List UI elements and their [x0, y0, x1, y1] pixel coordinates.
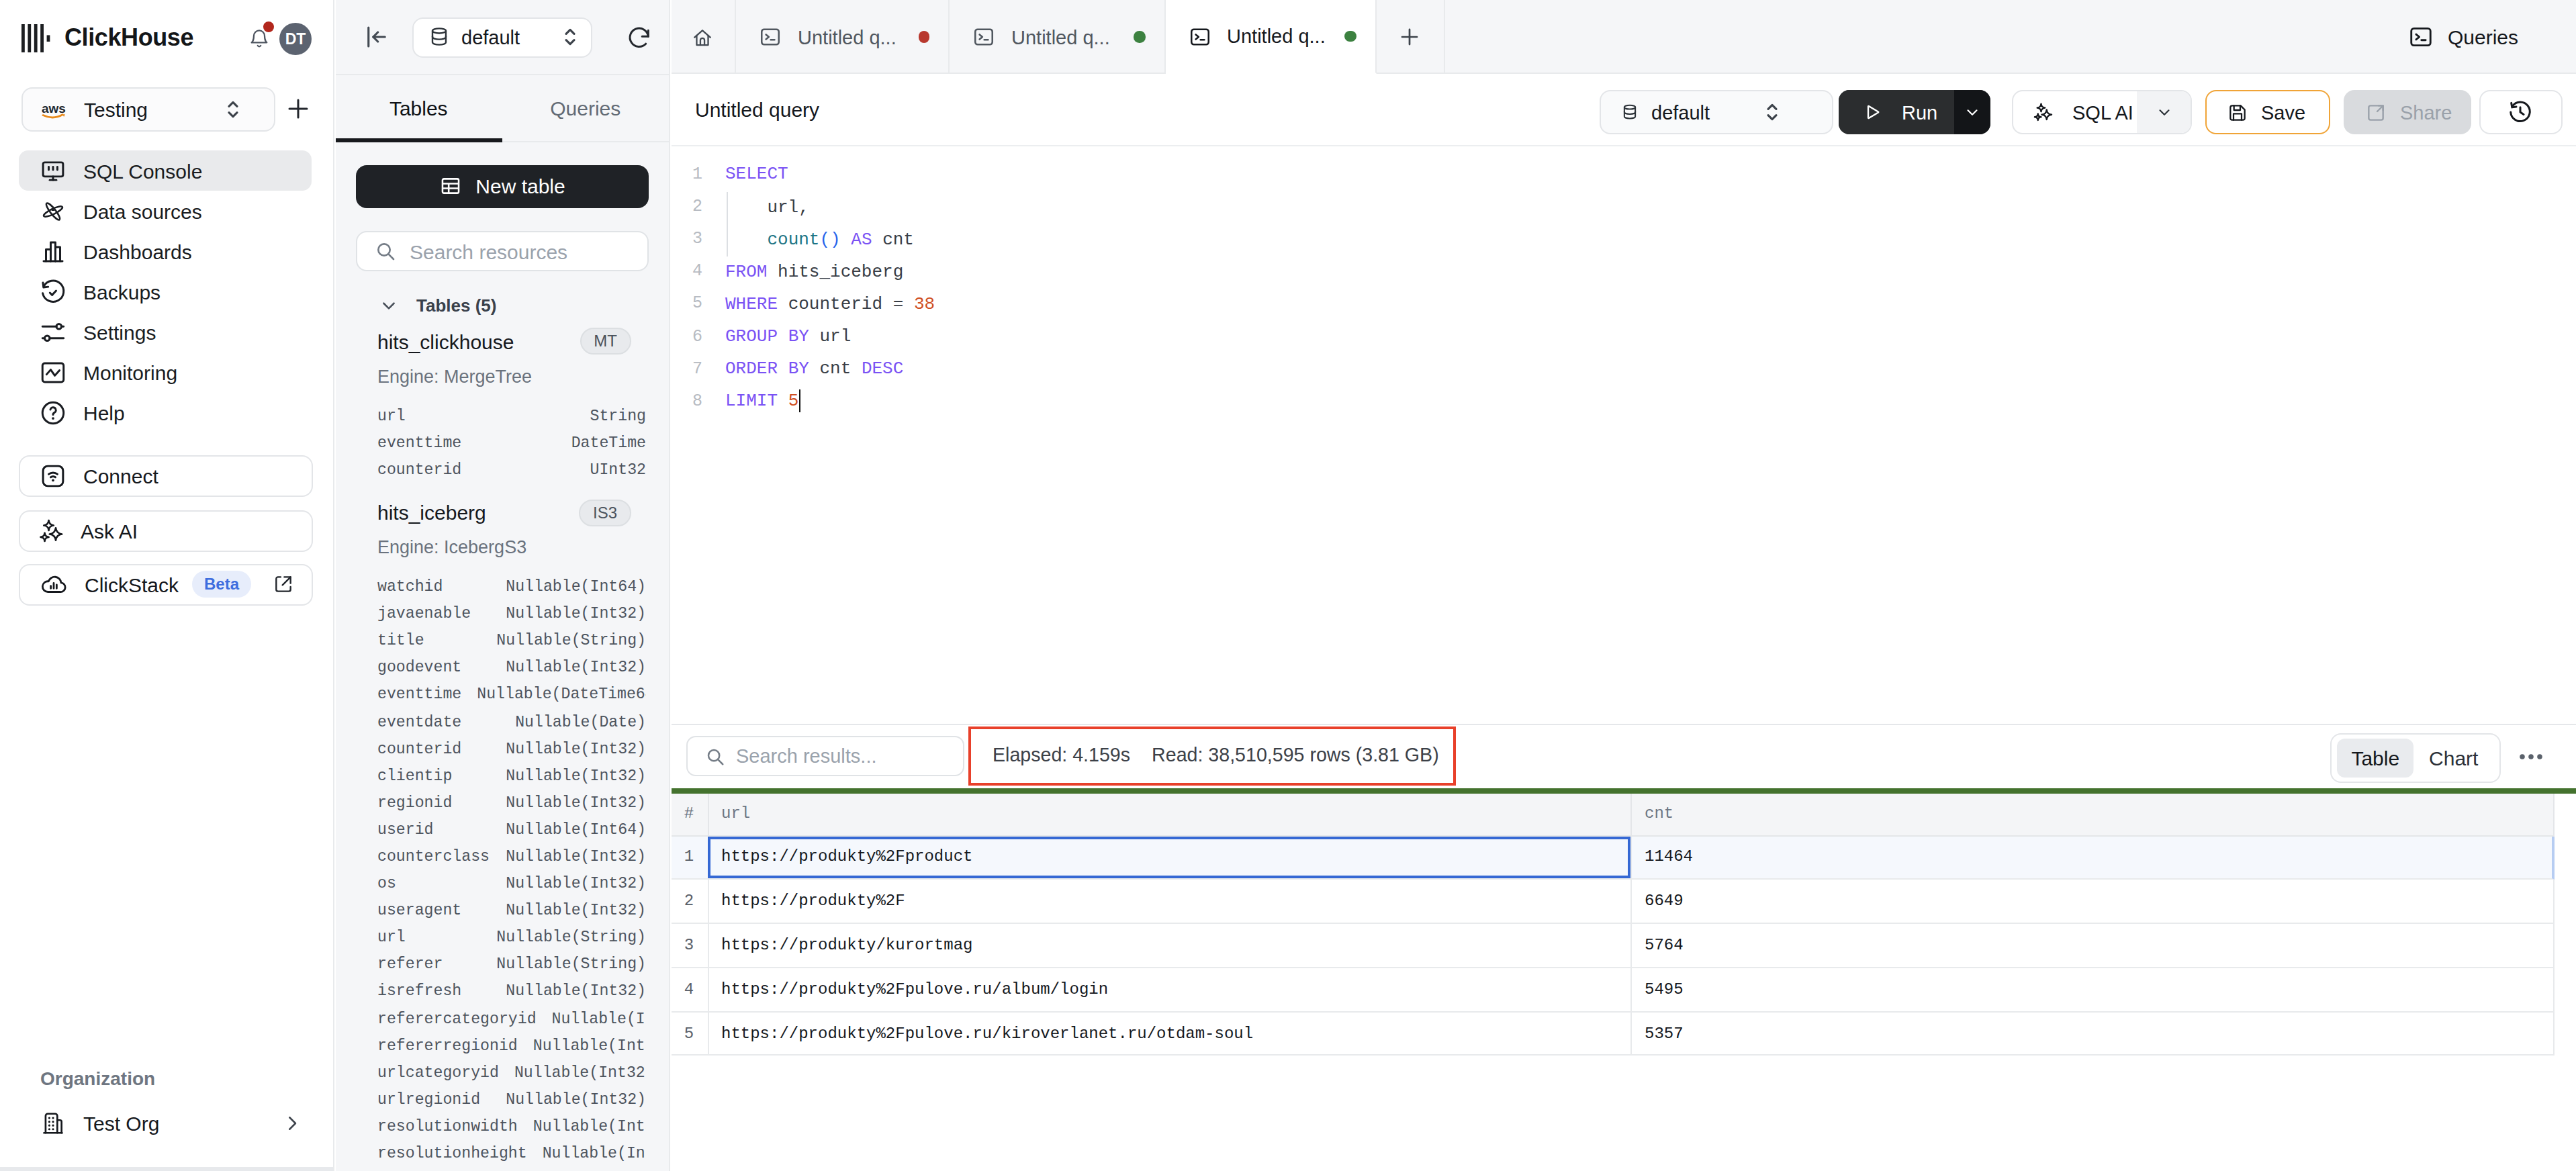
- svg-text:aws: aws: [41, 101, 65, 115]
